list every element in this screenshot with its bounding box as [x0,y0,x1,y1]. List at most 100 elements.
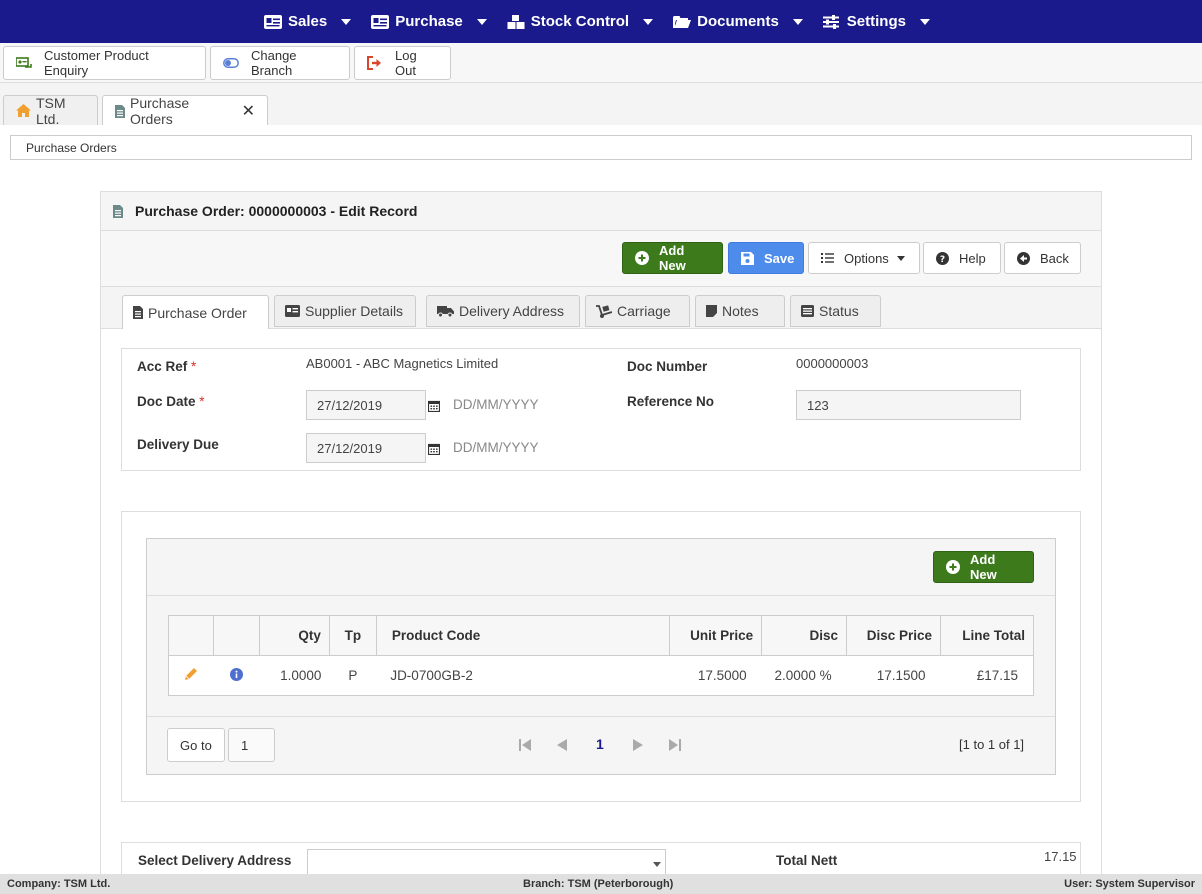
column-header [212,615,260,656]
options-label: Options [844,250,889,266]
status-user: User: System Supervisor [1064,878,1195,890]
main-content: Purchase Orders Purchase Order: 00000000… [0,125,1202,891]
last-page-icon[interactable] [669,738,681,754]
current-page-number[interactable]: 1 [596,736,604,752]
nav-purchase[interactable]: Purchase [371,0,495,43]
go-to-page-input[interactable]: 1 [228,728,275,762]
svg-text:?: ? [940,255,945,265]
column-header-product-code[interactable]: Product Code [375,615,671,656]
action-bar: Add New Save Options ? Help Back [101,231,1101,287]
pencil-icon[interactable] [184,667,198,681]
calendar-icon[interactable] [428,400,440,412]
top-navigation: Sales Purchase Stock Control Documents S… [0,0,1202,43]
info-icon[interactable] [229,667,243,681]
add-line-label: Add New [970,552,997,582]
go-to-button[interactable]: Go to [167,728,225,762]
select-delivery-address-label: Select Delivery Address [138,853,292,868]
chevron-down-icon [643,18,654,25]
add-new-button[interactable]: Add New [622,242,723,274]
tab-supplier-details[interactable]: Supplier Details [274,295,416,327]
doc-date-input[interactable]: 27/12/2019 [306,390,426,420]
line-total-cell: £17.15 [940,655,1034,696]
tab-purchase-orders[interactable]: Purchase Orders ✕ [102,95,268,127]
tab-status[interactable]: Status [790,295,881,327]
doc-number-value: 0000000003 [796,356,869,371]
boxes-icon [507,14,525,29]
document-icon [133,306,143,319]
help-label: Help [959,250,986,266]
nav-sales-label: Sales [288,13,328,30]
close-icon[interactable]: ✕ [242,101,255,121]
toolbar: Customer Product Enquiry Change Branch L… [0,43,1202,83]
enquiry-icon [16,56,32,70]
reference-no-label: Reference No [627,394,715,409]
required-mark: * [199,394,205,409]
product-code-cell: JD-0700GB-2 [376,655,670,696]
nav-stock-control-label: Stock Control [530,13,630,30]
toggle-icon [223,56,239,70]
nav-documents[interactable]: Documents [673,0,811,43]
tab-purchase-orders-label: Purchase Orders [130,95,190,127]
column-header-tp[interactable]: Tp [328,615,377,656]
nav-sales[interactable]: Sales [264,0,359,43]
total-nett-label: Total Nett [776,853,838,868]
previous-page-icon[interactable] [556,738,567,754]
plus-circle-icon [635,251,649,265]
back-button[interactable]: Back [1004,242,1081,274]
arrow-left-circle-icon [1017,251,1030,265]
nav-documents-label: Documents [697,13,779,30]
first-page-icon[interactable] [519,738,531,754]
truck-icon [437,305,454,317]
disc-cell: 2.0000 % [761,655,847,696]
column-header-unit-price[interactable]: Unit Price [669,615,763,656]
help-button[interactable]: ? Help [923,242,1001,274]
required-mark: * [191,359,197,374]
tab-tsm-ltd[interactable]: TSM Ltd. [3,94,98,127]
status-company: Company: TSM Ltd. [7,878,111,890]
pagination-bar: Go to 1 1 [1 to 1 of 1] [147,716,1055,774]
nav-settings-label: Settings [846,13,906,30]
edit-cell [168,655,214,696]
customer-product-enquiry-label: Customer Product Enquiry [44,48,149,78]
back-label: Back [1040,250,1069,266]
calendar-icon[interactable] [428,443,440,455]
page-title: Purchase Order: 0000000003 - Edit Record [135,203,418,219]
delivery-due-input[interactable]: 27/12/2019 [306,433,426,463]
nav-purchase-label: Purchase [395,13,463,30]
save-button[interactable]: Save [728,242,804,274]
column-header-line-total[interactable]: Line Total [940,615,1034,656]
delivery-due-format-hint: DD/MM/YYYY [453,440,539,455]
tab-tsm-ltd-label: TSM Ltd. [36,94,66,127]
log-out-button[interactable]: Log Out [354,46,451,80]
column-header-disc-price[interactable]: Disc Price [846,615,942,656]
reference-no-input[interactable]: 123 [796,390,1021,420]
window-tabs: TSM Ltd. Purchase Orders ✕ [0,83,1202,127]
delivery-address-select[interactable] [307,849,666,877]
next-page-icon[interactable] [633,738,644,754]
nav-settings[interactable]: Settings [822,0,938,43]
column-header-disc[interactable]: Disc [761,615,848,656]
doc-number-label: Doc Number [627,359,708,374]
column-header-qty[interactable]: Qty [258,615,330,656]
nav-stock-control[interactable]: Stock Control [507,0,661,43]
status-bar: Company: TSM Ltd. Branch: TSM (Peterboro… [0,874,1202,894]
id-badge-icon [371,14,390,29]
form-tabs: Purchase Order Supplier Details Delivery… [101,287,1101,329]
breadcrumb: Purchase Orders [10,135,1192,160]
chevron-down-icon [341,18,352,25]
chevron-down-icon [792,18,803,25]
tab-purchase-order[interactable]: Purchase Order [122,295,269,329]
add-line-button[interactable]: Add New [933,551,1034,583]
change-branch-button[interactable]: Change Branch [210,46,350,80]
document-icon [115,104,125,118]
tab-notes[interactable]: Notes [695,295,785,327]
save-label: Save [764,250,795,266]
question-circle-icon: ? [936,251,949,265]
customer-product-enquiry-button[interactable]: Customer Product Enquiry [3,46,206,80]
home-icon [16,104,31,117]
change-branch-label: Change Branch [251,48,297,78]
tab-carriage[interactable]: Carriage [585,295,690,327]
tab-delivery-address[interactable]: Delivery Address [426,295,580,327]
options-button[interactable]: Options [808,242,920,274]
order-lines-section: Add New Qty Tp Product Code Unit Price D… [121,511,1081,802]
